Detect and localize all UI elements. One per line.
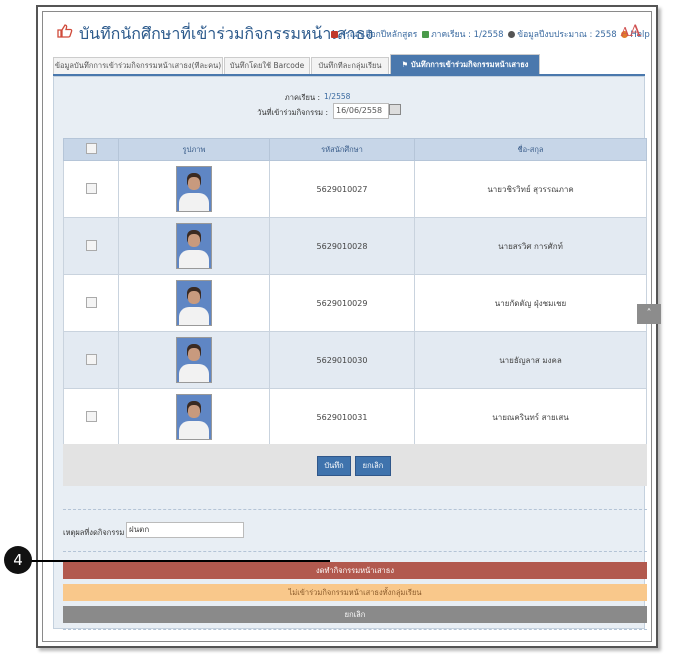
form-semester-value: 1/2558 (324, 92, 351, 101)
table-row: 5629010028 นายสรวิศ การศักท์ (63, 217, 647, 275)
row-check-cell (63, 274, 119, 332)
callout-line (30, 560, 330, 562)
thumbs-up-icon (57, 24, 73, 38)
student-id: 5629010029 (269, 274, 415, 332)
col-photo: รูปภาพ (118, 138, 270, 161)
col-student-id: รหัสนักศึกษา (269, 138, 415, 161)
student-name: นายธัญลาส มงคล (414, 331, 647, 389)
table-row: 5629010029 นายกัดตัญ ฝุ่งชมเชย (63, 274, 647, 332)
photo-cell (118, 160, 270, 218)
calendar-icon (422, 31, 430, 38)
form-semester-label: ภาคเรียน : (284, 93, 320, 102)
row-checkbox[interactable] (85, 353, 97, 365)
student-name: นายณครินทร์ สายเสน (414, 388, 647, 446)
student-name: นายสรวิศ การศักท์ (414, 217, 647, 275)
suspend-activity-button[interactable]: งดทำกิจกรรมหน้าเสาธง (63, 562, 647, 579)
row-checkbox[interactable] (85, 182, 97, 194)
divider (63, 509, 647, 510)
student-id: 5629010028 (269, 217, 415, 275)
student-photo (176, 280, 212, 326)
col-name: ชื่อ-สกุล (414, 138, 647, 161)
tab-flag-activity[interactable]: ⚑ บันทึกการเข้าร่วมกิจกรรมหน้าเสาธง (390, 54, 540, 74)
student-id: 5629010031 (269, 388, 415, 446)
chevron-up-icon: ˄ (646, 308, 652, 319)
tab-group[interactable]: บันทึกทีละกลุ่มเรียน (311, 57, 389, 74)
calendar-picker-icon[interactable] (389, 104, 401, 115)
not-join-group-button[interactable]: ไม่เข้าร่วมกิจกรรมหน้าเสาธงทั้งกลุ่มเรีย… (63, 584, 647, 601)
photo-cell (118, 217, 270, 275)
cancel-button[interactable]: ยกเลิก (355, 456, 391, 476)
budget-label: ข้อมูลปีงบประมาณ : (517, 30, 596, 40)
row-checkbox[interactable] (85, 239, 97, 251)
reason-label: เหตุผลที่งดกิจกรรม (63, 528, 125, 537)
tab-barcode[interactable]: บันทึกโดยใช้ Barcode (224, 57, 310, 74)
header-meta: กรุณาเลือกปีหลักสูตร ภาคเรียน : 1/2558 ข… (329, 27, 650, 41)
row-check-cell (63, 331, 119, 389)
photo-cell (118, 274, 270, 332)
table-header-row: รูปภาพ รหัสนักศึกษา ชื่อ-สกุล (63, 138, 647, 161)
row-checkbox[interactable] (85, 410, 97, 422)
tab-bar: ข้อมูลบันทึกการเข้าร่วมกิจกรรมหน้าเสาธง(… (53, 54, 645, 76)
app-window: บันทึกนักศึกษาที่เข้าร่วมกิจกรรมหน้าเสาธ… (36, 5, 658, 648)
semester-value: 1/2558 (473, 30, 504, 40)
page-header: บันทึกนักศึกษาที่เข้าร่วมกิจกรรมหน้าเสาธ… (53, 18, 650, 48)
table-row: 5629010031 นายณครินทร์ สายเสน (63, 388, 647, 446)
date-label: วันที่เข้าร่วมกิจกรรม : (257, 108, 328, 117)
action-bar: บันทึก ยกเลิก (63, 444, 647, 486)
student-photo (176, 166, 212, 212)
budget-value: 2558 (595, 30, 617, 40)
student-id: 5629010027 (269, 160, 415, 218)
student-photo (176, 337, 212, 383)
student-id: 5629010030 (269, 331, 415, 389)
book-icon (331, 31, 338, 38)
semester-label: ภาคเรียน : (431, 30, 474, 40)
app-inner: บันทึกนักศึกษาที่เข้าร่วมกิจกรรมหน้าเสาธ… (42, 11, 652, 642)
select-all-checkbox[interactable] (85, 143, 97, 154)
student-name: นายกัดตัญ ฝุ่งชมเชย (414, 274, 647, 332)
reason-input[interactable]: ฝนตก (126, 522, 244, 538)
bookmark-icon: ⚑ (401, 60, 409, 69)
date-input[interactable]: 16/06/2558 (333, 103, 389, 119)
select-curriculum-link[interactable]: กรุณาเลือกปีหลักสูตร (340, 30, 417, 40)
font-size-controls: AA (621, 21, 641, 40)
select-all-cell (63, 138, 119, 161)
scroll-top-button[interactable]: ˄ (637, 304, 661, 324)
save-button[interactable]: บันทึก (317, 456, 351, 476)
photo-cell (118, 331, 270, 389)
table-row: 5629010030 นายธัญลาส มงคล (63, 331, 647, 389)
main-panel: ภาคเรียน : 1/2558 วันที่เข้าร่วมกิจกรรม … (53, 76, 647, 630)
student-photo (176, 394, 212, 440)
student-table: รูปภาพ รหัสนักศึกษา ชื่อ-สกุล 5629010027… (63, 138, 647, 446)
row-check-cell (63, 160, 119, 218)
row-check-cell (63, 388, 119, 446)
student-name: นายวชิรวิทย์ สุวรรณภาค (414, 160, 647, 218)
divider (63, 629, 647, 630)
divider (63, 551, 647, 552)
tab-flag-activity-label: บันทึกการเข้าร่วมกิจกรรมหน้าเสาธง (410, 60, 529, 69)
row-check-cell (63, 217, 119, 275)
student-photo (176, 223, 212, 269)
table-row: 5629010027 นายวชิรวิทย์ สุวรรณภาค (63, 160, 647, 218)
callout-badge: 4 (4, 546, 32, 574)
font-large-button[interactable]: A (629, 21, 641, 40)
cancel-bar-button[interactable]: ยกเลิก (63, 606, 647, 623)
row-checkbox[interactable] (85, 296, 97, 308)
tab-individual[interactable]: ข้อมูลบันทึกการเข้าร่วมกิจกรรมหน้าเสาธง(… (53, 57, 223, 74)
photo-cell (118, 388, 270, 446)
clock-icon (508, 31, 516, 38)
